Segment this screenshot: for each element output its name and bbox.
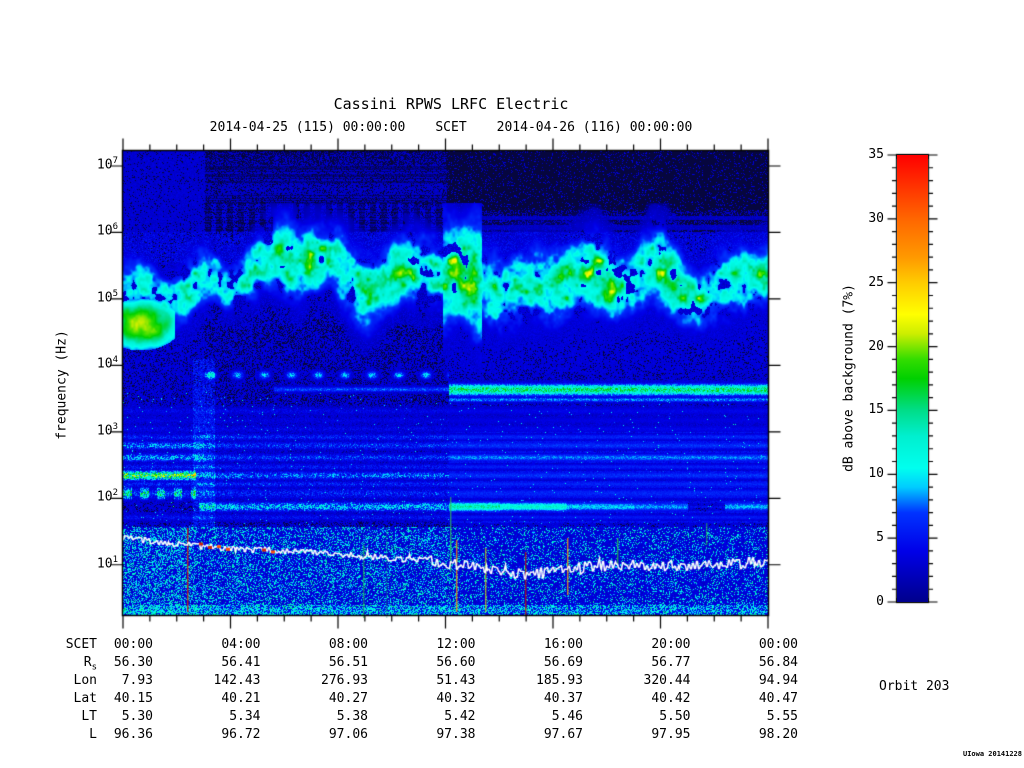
frequency-axis-label: frequency (Hz) <box>54 330 70 440</box>
y-tick-label: 104 <box>96 355 118 372</box>
ephemeris-cell: 97.95 <box>651 727 691 742</box>
y-tick-label: 107 <box>96 156 118 173</box>
ephemeris-cell: 7.93 <box>121 673 153 688</box>
chart-title: Cassini RPWS LRFC Electric <box>333 95 569 113</box>
credit-label: UIowa 20141228 <box>962 750 1022 758</box>
subtitle-scet-label: SCET <box>435 120 467 135</box>
ephemeris-cell: 56.77 <box>651 655 691 670</box>
ephemeris-cell: 5.38 <box>336 709 368 724</box>
ephemeris-cell: 142.43 <box>213 673 261 688</box>
ephemeris-cell: 5.34 <box>229 709 261 724</box>
ephemeris-cell: 04:00 <box>221 637 261 652</box>
ephemeris-cell: 40.47 <box>758 691 798 706</box>
colorbar-tick-label: 25 <box>868 274 884 290</box>
ephemeris-cell: 00:00 <box>113 637 153 652</box>
ephemeris-cell: 98.20 <box>758 727 798 742</box>
colorbar-axis-label: dB above background (7%) <box>841 284 857 472</box>
ephemeris-cell: 5.50 <box>659 709 691 724</box>
ephemeris-cell: 51.43 <box>436 673 476 688</box>
y-tick-label: 102 <box>96 488 118 505</box>
ephemeris-cell: 56.51 <box>328 655 368 670</box>
ephemeris-cell: 40.42 <box>651 691 691 706</box>
y-tick-label: 101 <box>96 554 118 572</box>
chart-subtitle: 2014-04-25 (115) 00:00:00 SCET 2014-04-2… <box>123 120 779 135</box>
colorbar-tick-label: 20 <box>868 338 884 354</box>
ephemeris-cell: 56.30 <box>113 655 153 670</box>
ephemeris-cell: 97.06 <box>328 727 368 742</box>
ephemeris-cell: 185.93 <box>536 673 583 688</box>
y-tick-label: 105 <box>96 288 118 306</box>
ephemeris-cell: 97.67 <box>543 727 583 742</box>
ephemeris-cell: 40.32 <box>436 691 476 706</box>
ephemeris-cell: 56.69 <box>543 655 583 670</box>
colorbar-tick-label: 10 <box>868 466 884 482</box>
ephemeris-cell: 40.37 <box>543 691 583 706</box>
ephemeris-cell: 96.72 <box>221 727 261 742</box>
ephemeris-cell: 96.36 <box>113 727 153 742</box>
ephemeris-cell: 5.55 <box>766 709 798 724</box>
colorbar-tick-label: 15 <box>868 402 884 418</box>
page-root: { "header": { "title": "Cassini RPWS LRF… <box>0 0 1024 768</box>
y-tick-label: 106 <box>96 222 118 239</box>
spectrogram-canvas <box>0 0 1024 768</box>
ephemeris-cell: 56.41 <box>221 655 261 670</box>
subtitle-start-time: 2014-04-25 (115) 00:00:00 <box>209 120 406 135</box>
ephemeris-cell: 97.38 <box>436 727 476 742</box>
colorbar-gradient <box>897 155 928 602</box>
ephemeris-cell: 40.27 <box>328 691 368 706</box>
y-tick-label: 103 <box>96 421 118 439</box>
ephemeris-cell: 276.93 <box>321 673 368 688</box>
ephemeris-cell: 5.42 <box>444 709 476 724</box>
ephemeris-cell: 08:00 <box>328 637 368 652</box>
ephemeris-cell: 40.15 <box>113 691 153 706</box>
colorbar-tick-label: 30 <box>868 210 884 226</box>
ephemeris-cell: 56.60 <box>436 655 476 670</box>
subtitle-end-time: 2014-04-26 (116) 00:00:00 <box>496 120 693 135</box>
ephemeris-cell: 40.21 <box>221 691 261 706</box>
ephemeris-cell: 56.84 <box>758 655 798 670</box>
ephemeris-cell: 20:00 <box>651 637 691 652</box>
ephemeris-cell: 00:00 <box>758 637 798 652</box>
colorbar-tick-label: 35 <box>868 147 884 162</box>
ephemeris-cell: 5.46 <box>551 709 583 724</box>
ephemeris-cell: 320.44 <box>643 673 691 688</box>
ephemeris-cell: 94.94 <box>758 673 798 688</box>
ephemeris-cell: 12:00 <box>436 637 476 652</box>
colorbar-tick-label: 5 <box>876 530 884 546</box>
colorbar-tick-label: 0 <box>876 594 884 609</box>
ephemeris-cell: 16:00 <box>543 637 583 652</box>
ephemeris-cell: 5.30 <box>121 709 153 724</box>
orbit-label: Orbit 203 <box>879 679 950 694</box>
